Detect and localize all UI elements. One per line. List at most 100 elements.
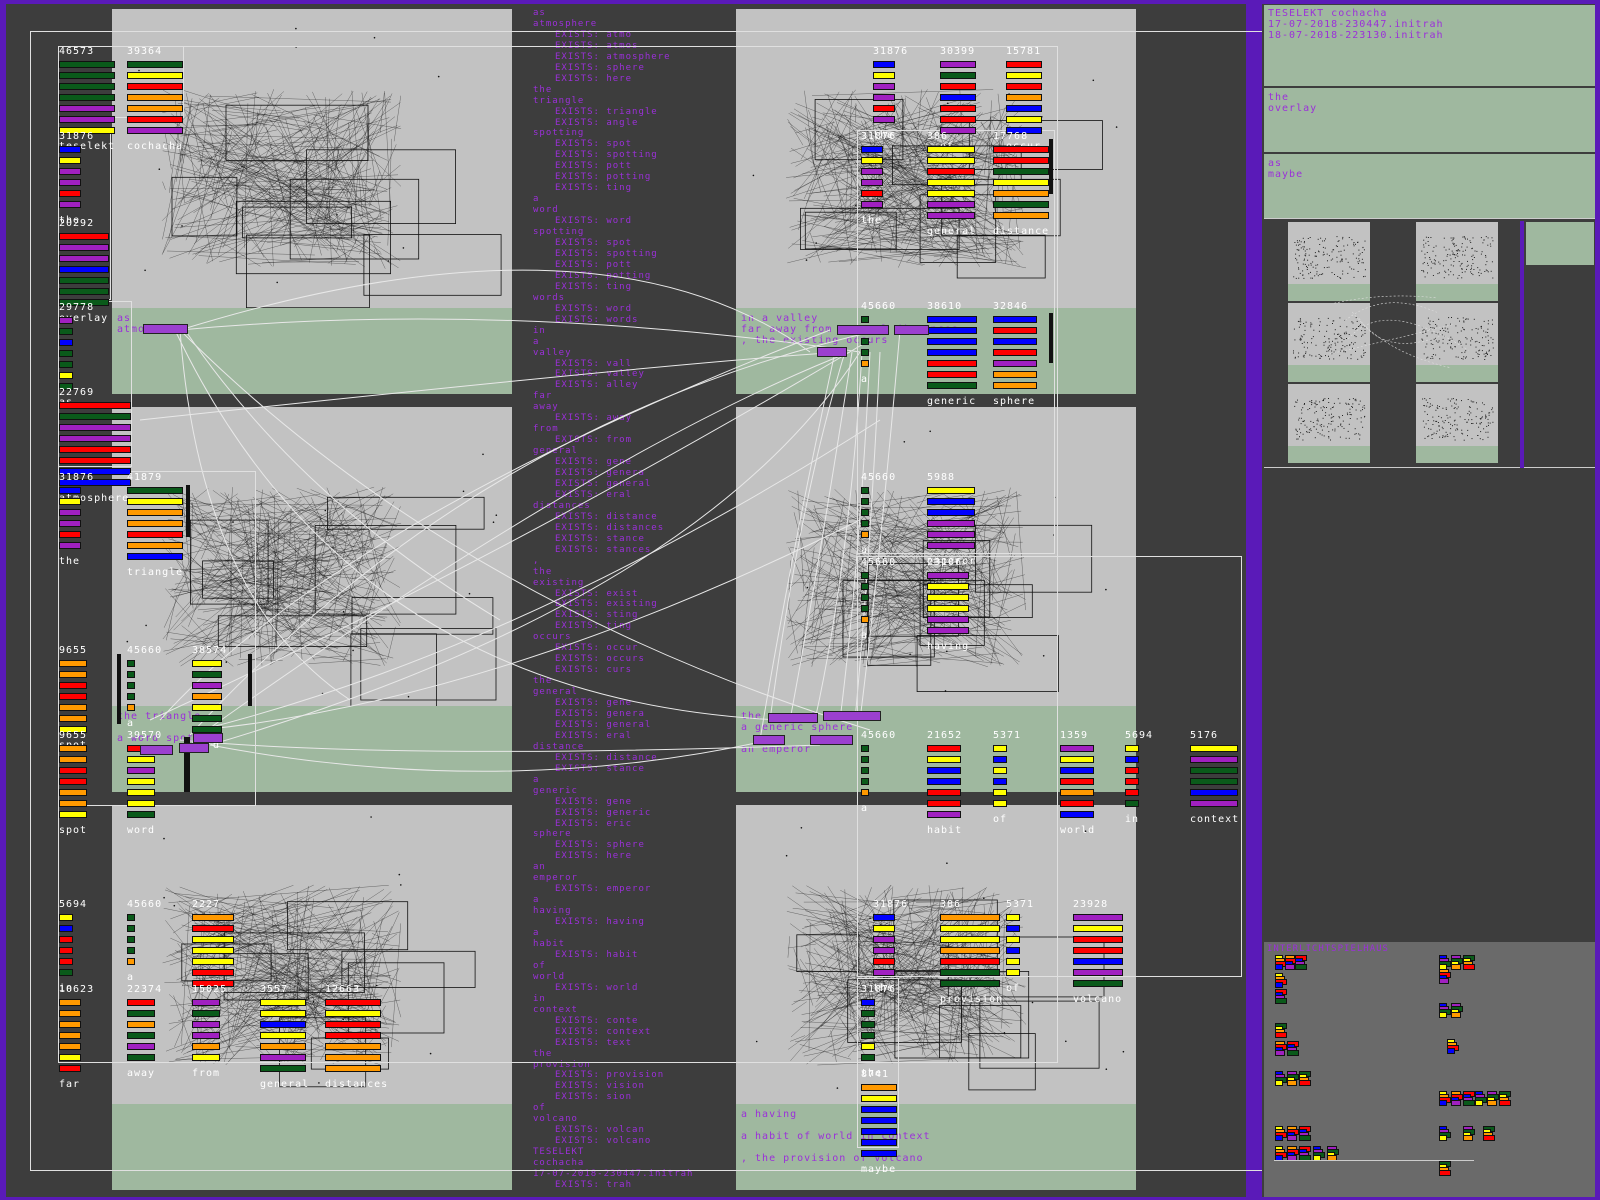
color-stripe bbox=[927, 168, 975, 175]
color-stripe bbox=[1073, 980, 1123, 987]
highlight[interactable] bbox=[140, 745, 173, 755]
color-stripe bbox=[59, 925, 73, 932]
color-stripe bbox=[127, 105, 183, 112]
word-count: 12663 bbox=[325, 984, 361, 995]
word-label: of bbox=[1006, 983, 1021, 994]
color-stripe bbox=[59, 1043, 81, 1050]
word-label: volcano bbox=[1073, 994, 1123, 1005]
word-label: cochacha bbox=[127, 141, 184, 152]
mini-stripe bbox=[1275, 982, 1283, 988]
word-label: habit bbox=[927, 825, 963, 836]
word-count: 23106 bbox=[927, 557, 963, 568]
highlight[interactable] bbox=[143, 324, 188, 334]
color-stripe bbox=[993, 371, 1037, 378]
mini-stripe bbox=[1463, 1100, 1475, 1106]
color-stripe bbox=[59, 520, 81, 527]
mini-stripe bbox=[1451, 1100, 1461, 1106]
word-label: provision bbox=[940, 994, 1004, 1005]
color-stripe bbox=[127, 83, 183, 90]
color-stripe bbox=[127, 789, 155, 796]
thumbnail-4[interactable] bbox=[1416, 303, 1498, 382]
color-stripe bbox=[993, 327, 1037, 334]
mini-stripe bbox=[1299, 1080, 1311, 1086]
color-stripe bbox=[59, 372, 73, 379]
color-stripe bbox=[127, 553, 183, 560]
mini-stripe bbox=[1275, 998, 1287, 1004]
thumbnail-3[interactable] bbox=[1288, 303, 1370, 382]
divider bbox=[1264, 218, 1595, 219]
word-count: 386 bbox=[927, 131, 949, 142]
color-stripe bbox=[861, 1139, 897, 1146]
color-stripe bbox=[873, 94, 895, 101]
color-stripe bbox=[260, 1032, 306, 1039]
word-count: 38610 bbox=[927, 301, 963, 312]
thumbnail-6[interactable] bbox=[1416, 384, 1498, 463]
overlay-frame-g bbox=[857, 556, 1242, 977]
color-stripe bbox=[861, 778, 869, 785]
highlight[interactable] bbox=[894, 325, 929, 335]
color-stripe bbox=[927, 800, 961, 807]
highlight[interactable] bbox=[817, 347, 847, 357]
color-stripe bbox=[993, 745, 1007, 752]
word-label: a bbox=[861, 630, 869, 641]
divider bbox=[1264, 467, 1595, 468]
highlight[interactable] bbox=[753, 735, 785, 745]
color-stripe bbox=[927, 212, 975, 219]
word-count: 45660 bbox=[861, 730, 897, 741]
word-count: 45660 bbox=[861, 301, 897, 312]
color-stripe bbox=[940, 958, 1000, 965]
color-stripe bbox=[1060, 767, 1094, 774]
word-count: 22769 bbox=[59, 387, 95, 398]
mini-stripe bbox=[1275, 1050, 1285, 1056]
color-stripe bbox=[1125, 800, 1139, 807]
thumbnail-5[interactable] bbox=[1288, 384, 1370, 463]
color-stripe bbox=[1073, 936, 1123, 943]
mini-stripe bbox=[1447, 1048, 1455, 1054]
color-stripe bbox=[927, 360, 977, 367]
thumbnail-2[interactable] bbox=[1416, 222, 1498, 301]
highlight[interactable] bbox=[810, 735, 853, 745]
word-label: a bbox=[861, 803, 869, 814]
thumbnail-1[interactable] bbox=[1288, 222, 1370, 301]
highlight[interactable] bbox=[179, 743, 209, 753]
word-count: 41879 bbox=[127, 472, 163, 483]
mini-stripe bbox=[1475, 1100, 1483, 1106]
color-stripe bbox=[59, 72, 115, 79]
color-stripe bbox=[192, 660, 222, 667]
header-lines: TESELEKT cochacha 17-07-2018-230447.init… bbox=[1268, 8, 1444, 41]
highlight[interactable] bbox=[193, 733, 223, 743]
color-stripe bbox=[861, 1054, 875, 1061]
color-stripe bbox=[861, 168, 883, 175]
word-count: 10623 bbox=[59, 984, 95, 995]
color-stripe bbox=[927, 745, 961, 752]
mini-preview[interactable] bbox=[1526, 222, 1594, 265]
color-stripe bbox=[1060, 800, 1094, 807]
word-label: of bbox=[993, 814, 1008, 825]
color-stripe bbox=[861, 789, 869, 796]
color-stripe bbox=[940, 980, 1000, 987]
color-stripe bbox=[1006, 72, 1042, 79]
color-stripe bbox=[861, 1010, 875, 1017]
word-count: 5371 bbox=[993, 730, 1022, 741]
highlight[interactable] bbox=[823, 711, 881, 721]
color-stripe bbox=[59, 233, 109, 240]
color-stripe bbox=[59, 146, 81, 153]
color-stripe bbox=[861, 349, 869, 356]
highlight[interactable] bbox=[837, 325, 889, 335]
word-count: 5694 bbox=[1125, 730, 1154, 741]
word-label: from bbox=[192, 1068, 221, 1079]
word-label: a bbox=[127, 718, 135, 729]
highlight[interactable] bbox=[768, 713, 818, 723]
color-stripe bbox=[873, 947, 895, 954]
color-stripe bbox=[59, 446, 131, 453]
color-stripe bbox=[927, 179, 975, 186]
color-stripe bbox=[861, 157, 883, 164]
color-stripe bbox=[59, 958, 73, 965]
color-stripe bbox=[1125, 745, 1139, 752]
color-stripe bbox=[59, 339, 73, 346]
scrollbar[interactable] bbox=[1520, 221, 1524, 468]
color-stripe bbox=[127, 756, 155, 763]
color-stripe bbox=[927, 616, 969, 623]
mini-stripe bbox=[1275, 964, 1283, 970]
color-stripe bbox=[993, 778, 1007, 785]
